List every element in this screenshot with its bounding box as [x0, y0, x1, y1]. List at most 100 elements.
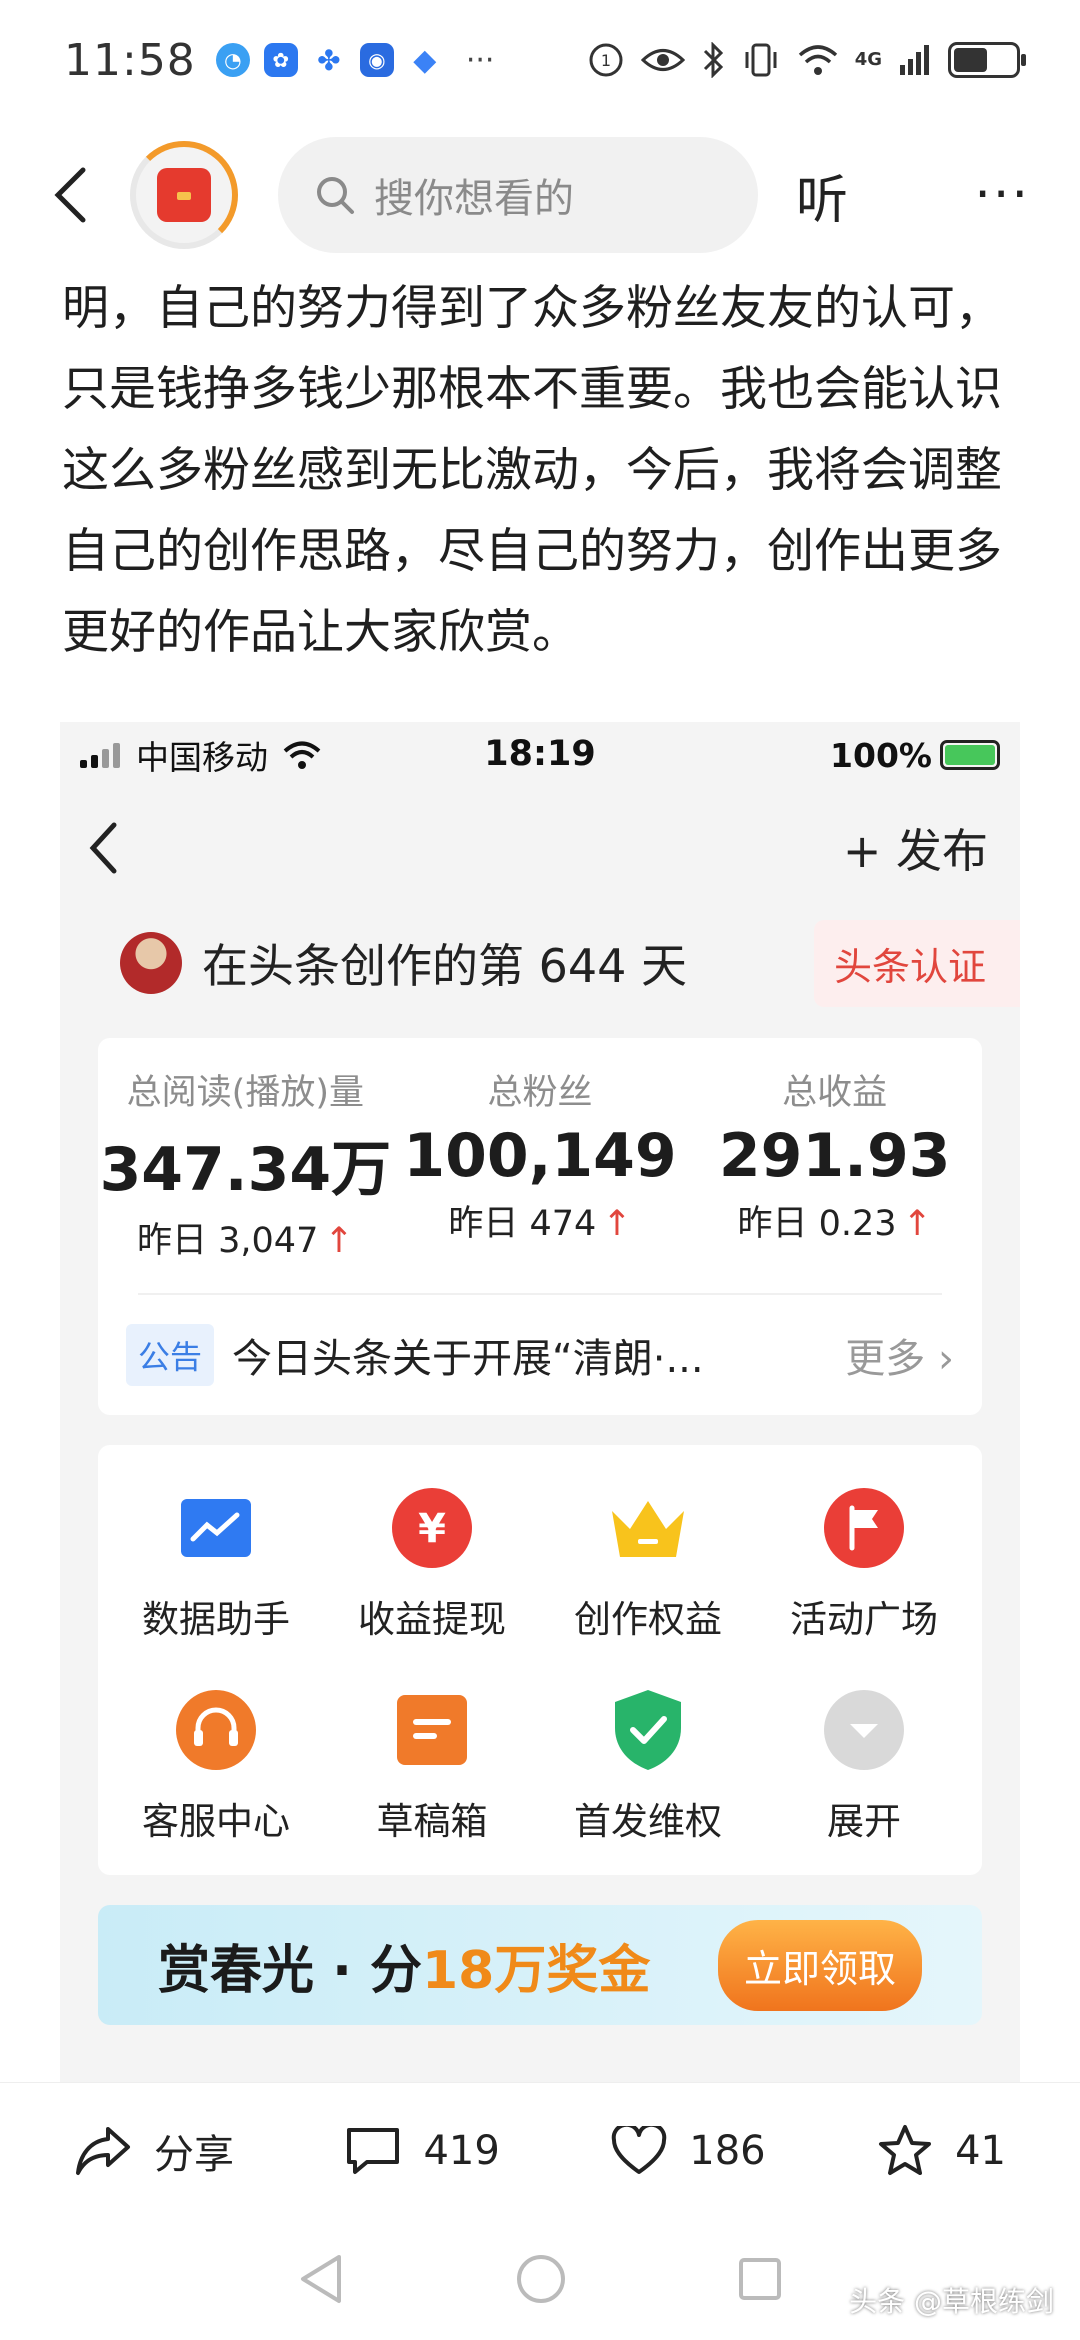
- share-button[interactable]: 分享: [74, 2122, 234, 2180]
- claim-now-button[interactable]: 立即领取: [717, 1919, 922, 2011]
- carrier-name: 中国移动: [136, 738, 268, 777]
- cellular-signal-icon: [80, 742, 120, 768]
- banner-text: 赏春光 · 分18万奖金: [158, 1928, 650, 2003]
- crown-icon: [605, 1485, 691, 1571]
- creator-header: 在头条创作的第 644 天 头条认证: [60, 908, 1020, 1018]
- more-notifications-icon: ···: [465, 42, 495, 78]
- wifi-icon: [283, 741, 321, 769]
- certification-badge[interactable]: 头条认证: [813, 919, 1020, 1007]
- stat-total-reads[interactable]: 总阅读(播放)量 347.34万 昨日 3,047 ↑: [98, 1064, 393, 1263]
- nav-back-icon[interactable]: [297, 2253, 345, 2305]
- share-icon: [76, 2126, 130, 2175]
- app-notification-icon: ◆: [407, 43, 442, 78]
- article-action-bar: 分享 419 186 41: [0, 2082, 1080, 2218]
- stat-value: 347.34万: [99, 1135, 392, 1205]
- tool-label: 收益提现: [358, 1598, 506, 1641]
- tool-activity-square[interactable]: 活动广场: [756, 1485, 972, 1643]
- tool-drafts[interactable]: 草稿箱: [324, 1687, 540, 1845]
- back-button[interactable]: [40, 165, 100, 225]
- status-app-icons: ◔ ✿ ✤ ◉ ◆ ···: [215, 42, 495, 78]
- embedded-nav: + 发布: [60, 788, 1020, 908]
- stat-yesterday: 昨日 0.23 ↑: [687, 1195, 982, 1246]
- cellular-signal-icon: [900, 45, 929, 75]
- battery-icon: [940, 740, 1000, 770]
- red-envelope-icon: [157, 168, 211, 222]
- more-options-button[interactable]: ···: [974, 165, 1030, 225]
- stat-value: 291.93: [718, 1121, 951, 1191]
- search-placeholder: 搜你想看的: [374, 176, 574, 222]
- app-notification-icon: ◉: [359, 43, 394, 77]
- notice-more-link[interactable]: 更多 ›: [845, 1326, 954, 1384]
- stats-card: 总阅读(播放)量 347.34万 昨日 3,047 ↑ 总粉丝 100,149 昨…: [98, 1038, 982, 1415]
- notice-row[interactable]: 公告 今日头条关于开展“清朗·... 更多 ›: [98, 1295, 982, 1415]
- up-arrow-icon: ↑: [902, 1204, 932, 1244]
- data-saver-icon: 1: [589, 43, 623, 77]
- headset-icon: [173, 1687, 259, 1773]
- draft-icon: [389, 1687, 475, 1773]
- search-bar[interactable]: 搜你想看的: [278, 137, 758, 253]
- red-packet-avatar[interactable]: [130, 141, 238, 249]
- yesterday-label: 昨日: [136, 1221, 207, 1261]
- stat-total-fans[interactable]: 总粉丝 100,149 昨日 474 ↑: [393, 1064, 688, 1263]
- eye-icon: [640, 49, 685, 71]
- battery-percent: 100%: [830, 735, 932, 775]
- share-label: 分享: [154, 2131, 234, 2178]
- nav-home-icon[interactable]: [515, 2253, 567, 2305]
- status-time: 11:58: [64, 34, 196, 86]
- stat-total-income[interactable]: 总收益 291.93 昨日 0.23 ↑: [687, 1064, 982, 1263]
- expand-icon: [821, 1687, 907, 1773]
- tool-data-assistant[interactable]: 数据助手: [108, 1485, 324, 1643]
- tools-grid: 数据助手 ¥ 收益提现 创作权益 活动广场 客服中心 草稿箱 首发维权 展开: [98, 1445, 982, 1875]
- avatar[interactable]: [120, 932, 182, 994]
- banner-text-main: 赏春光 · 分: [158, 1940, 422, 2001]
- listen-button[interactable]: 听: [796, 158, 848, 233]
- stats-row: 总阅读(播放)量 347.34万 昨日 3,047 ↑ 总粉丝 100,149 昨…: [98, 1038, 982, 1283]
- embedded-status-bar: 中国移动 18:19 100%: [60, 722, 1020, 788]
- article-paragraph: 明，自己的努力得到了众多粉丝友友的认可，只是钱挣多钱少那根本不重要。我也会能认识…: [62, 281, 1002, 660]
- tool-first-release-rights[interactable]: 首发维权: [540, 1687, 756, 1845]
- yesterday-value: 474: [529, 1204, 597, 1244]
- star-icon: [879, 2124, 932, 2175]
- yesterday-value: 3,047: [218, 1221, 319, 1261]
- stat-label: 总粉丝: [487, 1073, 593, 1113]
- bluetooth-icon: [703, 42, 723, 78]
- tool-income-withdraw[interactable]: ¥ 收益提现: [324, 1485, 540, 1643]
- tool-label: 客服中心: [142, 1800, 290, 1843]
- creator-days-title: 在头条创作的第 644 天: [202, 939, 688, 993]
- tool-customer-service[interactable]: 客服中心: [108, 1687, 324, 1845]
- chevron-left-icon[interactable]: [88, 821, 118, 875]
- network-type: 4G: [854, 49, 882, 70]
- tool-label: 展开: [827, 1800, 901, 1843]
- stat-yesterday: 昨日 474 ↑: [393, 1195, 688, 1246]
- tool-expand[interactable]: 展开: [756, 1687, 972, 1845]
- stat-label: 总收益: [782, 1073, 888, 1113]
- heart-icon: [612, 2125, 667, 2174]
- embedded-screenshot[interactable]: 中国移动 18:19 100% + 发布 在头条创作的第 644 天 头条认证 …: [60, 722, 1020, 2082]
- promo-banner[interactable]: 赏春光 · 分18万奖金 立即领取: [98, 1905, 982, 2025]
- flag-icon: [821, 1485, 907, 1571]
- chart-icon: [173, 1485, 259, 1571]
- yesterday-label: 昨日: [737, 1204, 808, 1244]
- paw-icon: ✤: [311, 43, 346, 77]
- tool-label: 创作权益: [574, 1598, 722, 1641]
- yesterday-value: 0.23: [818, 1204, 897, 1244]
- svg-text:¥: ¥: [418, 1506, 446, 1552]
- stat-label: 总阅读(播放)量: [126, 1073, 364, 1113]
- shield-check-icon: [605, 1687, 691, 1773]
- tool-label: 首发维权: [574, 1800, 722, 1843]
- comment-count: 419: [423, 2127, 500, 2174]
- stat-value: 100,149: [403, 1121, 677, 1191]
- system-nav-bar: [0, 2218, 1080, 2340]
- tool-label: 活动广场: [790, 1598, 938, 1641]
- yesterday-label: 昨日: [448, 1204, 519, 1244]
- favorite-button[interactable]: 41: [877, 2124, 1006, 2178]
- tool-creator-rights[interactable]: 创作权益: [540, 1485, 756, 1643]
- comment-button[interactable]: 419: [345, 2126, 500, 2176]
- comment-icon: [347, 2127, 400, 2174]
- like-button[interactable]: 186: [611, 2125, 766, 2176]
- publish-button[interactable]: + 发布: [843, 815, 988, 881]
- wifi-icon: [798, 45, 837, 75]
- notice-tag: 公告: [126, 1324, 215, 1386]
- watermark: 头条 @草根练剑: [849, 2285, 1054, 2318]
- nav-recents-icon[interactable]: [737, 2256, 783, 2302]
